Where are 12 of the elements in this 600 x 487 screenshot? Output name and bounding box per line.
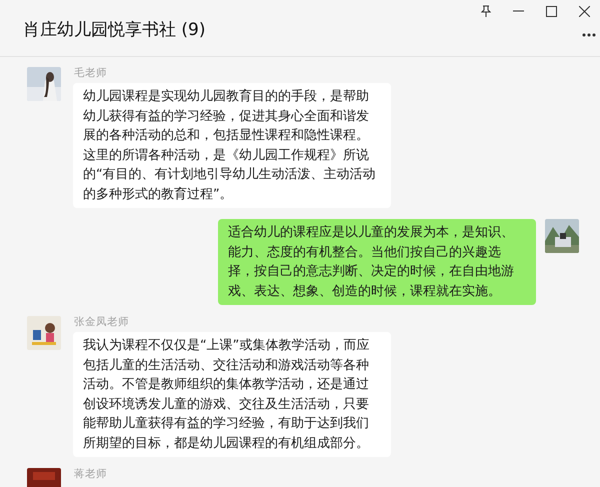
message-bubble: 幼儿园课程是实现幼儿园教育目的的手段，是帮助幼儿获得有益的学习经验，促进其身心全面和谐发展的各种活动的总和，包括显性课程和隐性课程。这里的所谓各种活动，是《幼儿园工作规程》所说的“有目的、有计划地引导幼儿生动活泼、主动活动的多种形式的教育过程”。 <box>73 83 391 208</box>
maximize-icon[interactable] <box>546 6 557 16</box>
message-bubble: 我认为课程不仅仅是“上课”或集体教学活动，而应包括儿童的生活活动、交往活动和游戏活动等各种活动。不管是教师组织的集体教学活动，还是通过创设环境诱发儿童的游戏、交往及生活活动，只要能帮助儿童获得有益的学习经验，有助于达到我们所期望的目标，都是幼儿园课程的有机组成部分。 <box>73 332 391 457</box>
sender-name: 张金凤老师 <box>73 316 130 329</box>
close-icon[interactable] <box>579 6 590 16</box>
minimize-icon[interactable] <box>513 10 524 12</box>
sender-name: 蒋老师 <box>73 468 107 481</box>
sender-name: 毛老师 <box>73 67 108 80</box>
window-title: 肖庄幼儿园悦享书社 (9) <box>23 18 206 40</box>
more-icon[interactable] <box>582 33 596 37</box>
message-bubble: 适合幼儿的课程应是以儿童的发展为本，是知识、能力、态度的有机整合。当他们按自己的兴趣选择，按自己的意志判断、决定的时候，在自由地游戏、表达、想象、创造的时候，课程就在实施。 <box>218 219 536 305</box>
pin-icon[interactable] <box>481 5 491 17</box>
